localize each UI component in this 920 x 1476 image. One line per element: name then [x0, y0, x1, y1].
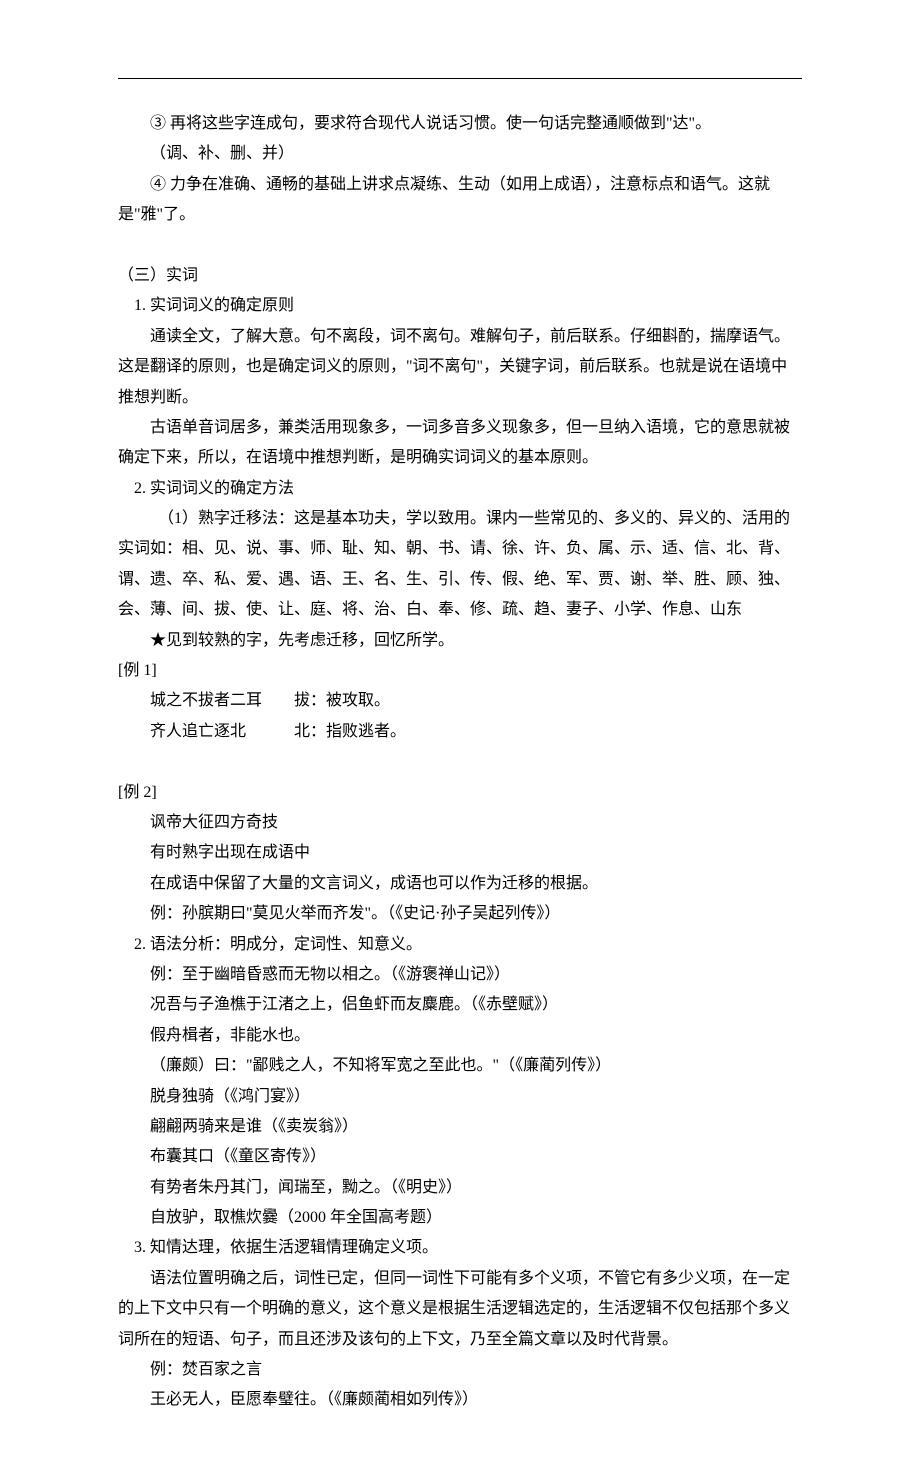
horizontal-rule	[118, 78, 802, 79]
blank-line	[118, 747, 802, 777]
example-text: 例：孙膑期曰"莫见火举而齐发"。（《史记·孙子吴起列传》）	[118, 899, 802, 929]
example-text: 在成语中保留了大量的文言词义，成语也可以作为迁移的根据。	[118, 869, 802, 899]
subsection-heading: 2. 语法分析：明成分，定词性、知意义。	[118, 930, 802, 960]
example-label: [例 1]	[118, 656, 802, 686]
subsection-heading: 1. 实词词义的确定原则	[118, 291, 802, 321]
example-label: [例 2]	[118, 778, 802, 808]
example-text: 城之不拔者二耳 拔：被攻取。	[118, 686, 802, 716]
example-text: 齐人追亡逐北 北：指败逃者。	[118, 717, 802, 747]
body-text: ④ 力争在准确、通畅的基础上讲求点凝练、生动（如用上成语），注意标点和语气。这就…	[118, 170, 802, 231]
example-text: 例：至于幽暗昏惑而无物以相之。（《游褒禅山记》）	[118, 960, 802, 990]
example-text: 况吾与子渔樵于江渚之上，侣鱼虾而友麋鹿。（《赤壁赋》）	[118, 990, 802, 1020]
section-heading: （三）实词	[118, 261, 802, 291]
subsection-heading: 2. 实词词义的确定方法	[118, 474, 802, 504]
body-text: ★见到较熟的字，先考虑迁移，回忆所学。	[118, 626, 802, 656]
blank-line	[118, 231, 802, 261]
example-text: 翩翩两骑来是谁（《卖炭翁》）	[118, 1112, 802, 1142]
body-text: ③ 再将这些字连成句，要求符合现代人说话习惯。使一句话完整通顺做到"达"。	[118, 109, 802, 139]
example-text: 脱身独骑（《鸿门宴》）	[118, 1082, 802, 1112]
body-text: （调、补、删、并）	[118, 139, 802, 169]
example-text: （廉颇）曰："鄙贱之人，不知将军宽之至此也。"（《廉蔺列传》）	[118, 1051, 802, 1081]
document-page: ③ 再将这些字连成句，要求符合现代人说话习惯。使一句话完整通顺做到"达"。 （调…	[0, 0, 920, 1476]
example-text: 自放驴，取樵炊爨（2000 年全国高考题）	[118, 1203, 802, 1233]
example-text: 布囊其口（《童区寄传》）	[118, 1142, 802, 1172]
example-text: 有势者朱丹其门，闻瑞至，黝之。（《明史》）	[118, 1173, 802, 1203]
example-text: 有时熟字出现在成语中	[118, 838, 802, 868]
body-text: 古语单音词居多，兼类活用现象多，一词多音多义现象多，但一旦纳入语境，它的意思就被…	[118, 413, 802, 474]
example-text: 讽帝大征四方奇技	[118, 808, 802, 838]
example-text: 假舟楫者，非能水也。	[118, 1021, 802, 1051]
body-text: 通读全文，了解大意。句不离段，词不离句。难解句子，前后联系。仔细斟酌，揣摩语气。…	[118, 322, 802, 413]
body-text: （1）熟字迁移法：这是基本功夫，学以致用。课内一些常见的、多义的、异义的、活用的…	[118, 504, 802, 626]
example-text: 例：焚百家之言	[118, 1355, 802, 1385]
subsection-heading: 3. 知情达理，依据生活逻辑情理确定义项。	[118, 1233, 802, 1263]
body-text: 语法位置明确之后，词性已定，但同一词性下可能有多个义项，不管它有多少义项，在一定…	[118, 1264, 802, 1355]
example-text: 王必无人，臣愿奉璧往。（《廉颇蔺相如列传》）	[118, 1385, 802, 1415]
